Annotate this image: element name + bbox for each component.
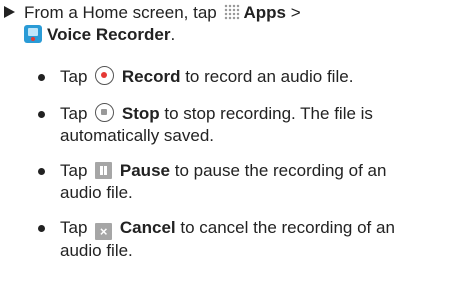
list-item-line-1: Tap Pause to pause the recording of an xyxy=(60,160,468,182)
bullet xyxy=(38,74,45,81)
cancel-description: to cancel the recording of an xyxy=(180,218,395,237)
list-item-cancel: Tap × Cancel to cancel the recording of … xyxy=(38,217,468,262)
main-step-line-2: Voice Recorder. xyxy=(24,24,464,46)
list-item-stop: Tap Stop to stop recording. The file is … xyxy=(38,103,468,147)
bullet xyxy=(38,168,45,175)
record-icon xyxy=(95,66,115,85)
stop-description-line-2: automatically saved. xyxy=(60,126,215,145)
stop-label: Stop xyxy=(121,104,160,123)
record-description: to record an audio file. xyxy=(185,67,354,86)
tap-text: Tap xyxy=(60,218,88,237)
main-step-prefix: From a Home screen, tap xyxy=(24,3,217,22)
main-step-text: From a Home screen, tap Apps > Voice Rec… xyxy=(24,2,464,46)
pause-description: to pause the recording of an xyxy=(174,161,387,180)
list-item-pause: Tap Pause to pause the recording of an a… xyxy=(38,160,468,204)
main-step: From a Home screen, tap Apps > Voice Rec… xyxy=(4,2,464,46)
record-label: Record xyxy=(121,67,181,86)
cancel-label: Cancel xyxy=(119,218,176,237)
pause-description-line-2: audio file. xyxy=(60,183,133,202)
stop-description: to stop recording. The file is xyxy=(164,104,373,123)
tap-text: Tap xyxy=(60,67,88,86)
voice-recorder-label: Voice Recorder xyxy=(47,25,171,44)
list-item-record: Tap Record to record an audio file. xyxy=(38,66,468,88)
triangle-right-icon xyxy=(4,6,15,18)
menu-separator: > xyxy=(290,3,301,22)
apps-label: Apps xyxy=(243,3,286,22)
bullet xyxy=(38,225,45,232)
pause-label: Pause xyxy=(119,161,170,180)
instruction-page: From a Home screen, tap Apps > Voice Rec… xyxy=(0,0,474,282)
list-item-line-1: Tap Stop to stop recording. The file is xyxy=(60,103,468,125)
bullet xyxy=(38,111,45,118)
sub-steps-list: Tap Record to record an audio file. Tap … xyxy=(38,66,468,275)
cancel-description-line-2: audio file. xyxy=(60,241,133,260)
voice-recorder-icon xyxy=(24,25,42,43)
stop-icon xyxy=(95,103,115,122)
main-step-suffix: . xyxy=(170,25,176,44)
list-item-line-1: Tap × Cancel to cancel the recording of … xyxy=(60,217,468,240)
tap-text: Tap xyxy=(60,161,88,180)
apps-grid-icon xyxy=(224,4,241,20)
list-item-line-1: Tap Record to record an audio file. xyxy=(60,66,468,88)
pause-icon xyxy=(95,162,113,179)
cancel-icon: × xyxy=(95,223,113,240)
tap-text: Tap xyxy=(60,104,88,123)
main-step-line-1: From a Home screen, tap Apps > xyxy=(24,2,464,24)
